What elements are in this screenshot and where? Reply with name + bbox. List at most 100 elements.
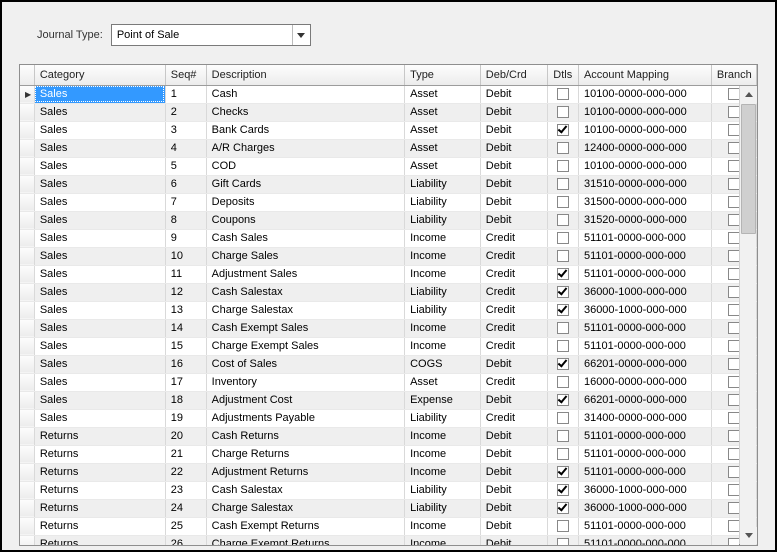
cell-seq[interactable]: 24 — [165, 499, 206, 517]
cell-account-mapping[interactable]: 66201-0000-000-000 — [578, 355, 711, 373]
cell-category[interactable]: Sales — [34, 391, 165, 409]
cell-category[interactable]: Returns — [34, 517, 165, 535]
dtls-checkbox[interactable] — [557, 412, 569, 424]
cell-seq[interactable]: 17 — [165, 373, 206, 391]
row-header[interactable] — [20, 301, 34, 319]
cell-account-mapping[interactable]: 36000-1000-000-000 — [578, 283, 711, 301]
cell-type[interactable]: Income — [405, 535, 481, 546]
table-row[interactable]: Returns22Adjustment ReturnsIncomeDebit51… — [20, 463, 757, 481]
cell-debcrd[interactable]: Credit — [480, 265, 548, 283]
table-row[interactable]: Sales4A/R ChargesAssetDebit12400-0000-00… — [20, 139, 757, 157]
cell-account-mapping[interactable]: 10100-0000-000-000 — [578, 85, 711, 103]
cell-description[interactable]: Charge Salestax — [206, 301, 404, 319]
cell-description[interactable]: Cash Salestax — [206, 283, 404, 301]
col-desc[interactable]: Description — [206, 65, 404, 85]
cell-category[interactable]: Returns — [34, 535, 165, 546]
col-debcrd[interactable]: Deb/Crd — [480, 65, 548, 85]
cell-description[interactable]: Inventory — [206, 373, 404, 391]
cell-category[interactable]: Returns — [34, 481, 165, 499]
cell-seq[interactable]: 6 — [165, 175, 206, 193]
table-row[interactable]: Sales15Charge Exempt SalesIncomeCredit51… — [20, 337, 757, 355]
table-row[interactable]: Returns25Cash Exempt ReturnsIncomeDebit5… — [20, 517, 757, 535]
row-header[interactable] — [20, 175, 34, 193]
cell-dtls[interactable] — [548, 463, 579, 481]
table-row[interactable]: Sales16Cost of SalesCOGSDebit66201-0000-… — [20, 355, 757, 373]
cell-seq[interactable]: 7 — [165, 193, 206, 211]
cell-category[interactable]: Sales — [34, 337, 165, 355]
cell-type[interactable]: Liability — [405, 283, 481, 301]
cell-type[interactable]: Asset — [405, 373, 481, 391]
cell-type[interactable]: Liability — [405, 211, 481, 229]
dtls-checkbox[interactable] — [557, 88, 569, 100]
cell-category[interactable]: Sales — [34, 229, 165, 247]
cell-debcrd[interactable]: Debit — [480, 85, 548, 103]
cell-dtls[interactable] — [548, 391, 579, 409]
cell-dtls[interactable] — [548, 229, 579, 247]
cell-description[interactable]: Adjustment Cost — [206, 391, 404, 409]
cell-debcrd[interactable]: Debit — [480, 481, 548, 499]
row-header[interactable] — [20, 193, 34, 211]
cell-dtls[interactable] — [548, 157, 579, 175]
cell-debcrd[interactable]: Credit — [480, 319, 548, 337]
cell-description[interactable]: Cash Salestax — [206, 481, 404, 499]
cell-account-mapping[interactable]: 16000-0000-000-000 — [578, 373, 711, 391]
cell-debcrd[interactable]: Debit — [480, 157, 548, 175]
scroll-thumb[interactable] — [741, 104, 756, 234]
mapping-grid[interactable]: Category Seq# Description Type Deb/Crd D… — [20, 65, 757, 546]
dtls-checkbox[interactable] — [557, 484, 569, 496]
cell-seq[interactable]: 23 — [165, 481, 206, 499]
cell-debcrd[interactable]: Credit — [480, 409, 548, 427]
scroll-down-button[interactable] — [740, 527, 757, 544]
dtls-checkbox[interactable] — [557, 106, 569, 118]
table-row[interactable]: Sales17InventoryAssetCredit16000-0000-00… — [20, 373, 757, 391]
cell-account-mapping[interactable]: 12400-0000-000-000 — [578, 139, 711, 157]
cell-account-mapping[interactable]: 51101-0000-000-000 — [578, 427, 711, 445]
scroll-up-button[interactable] — [740, 86, 757, 103]
dtls-checkbox[interactable] — [557, 448, 569, 460]
table-row[interactable]: Returns26Charge Exempt ReturnsIncomeDebi… — [20, 535, 757, 546]
cell-debcrd[interactable]: Debit — [480, 445, 548, 463]
cell-description[interactable]: Cash Exempt Returns — [206, 517, 404, 535]
cell-seq[interactable]: 19 — [165, 409, 206, 427]
cell-account-mapping[interactable]: 36000-1000-000-000 — [578, 481, 711, 499]
cell-debcrd[interactable]: Debit — [480, 103, 548, 121]
cell-category[interactable]: Sales — [34, 121, 165, 139]
cell-type[interactable]: Liability — [405, 301, 481, 319]
table-row[interactable]: Returns21Charge ReturnsIncomeDebit51101-… — [20, 445, 757, 463]
cell-debcrd[interactable]: Debit — [480, 391, 548, 409]
table-row[interactable]: Sales7DepositsLiabilityDebit31500-0000-0… — [20, 193, 757, 211]
cell-debcrd[interactable]: Debit — [480, 355, 548, 373]
row-header[interactable] — [20, 517, 34, 535]
dtls-checkbox[interactable] — [557, 124, 569, 136]
cell-dtls[interactable] — [548, 121, 579, 139]
cell-dtls[interactable] — [548, 517, 579, 535]
cell-description[interactable]: Cash Exempt Sales — [206, 319, 404, 337]
cell-category[interactable]: Returns — [34, 463, 165, 481]
cell-description[interactable]: Adjustments Payable — [206, 409, 404, 427]
cell-type[interactable]: Asset — [405, 139, 481, 157]
cell-seq[interactable]: 25 — [165, 517, 206, 535]
cell-seq[interactable]: 26 — [165, 535, 206, 546]
dtls-checkbox[interactable] — [557, 250, 569, 262]
cell-dtls[interactable] — [548, 265, 579, 283]
cell-account-mapping[interactable]: 36000-1000-000-000 — [578, 301, 711, 319]
cell-description[interactable]: Coupons — [206, 211, 404, 229]
table-row[interactable]: Sales12Cash SalestaxLiabilityCredit36000… — [20, 283, 757, 301]
cell-dtls[interactable] — [548, 103, 579, 121]
row-header[interactable] — [20, 355, 34, 373]
cell-account-mapping[interactable]: 51101-0000-000-000 — [578, 463, 711, 481]
row-header[interactable] — [20, 427, 34, 445]
table-row[interactable]: Returns24Charge SalestaxLiabilityDebit36… — [20, 499, 757, 517]
cell-debcrd[interactable]: Credit — [480, 229, 548, 247]
cell-dtls[interactable] — [548, 319, 579, 337]
table-row[interactable]: Returns23Cash SalestaxLiabilityDebit3600… — [20, 481, 757, 499]
cell-account-mapping[interactable]: 51101-0000-000-000 — [578, 517, 711, 535]
cell-seq[interactable]: 14 — [165, 319, 206, 337]
cell-description[interactable]: Charge Salestax — [206, 499, 404, 517]
dtls-checkbox[interactable] — [557, 322, 569, 334]
cell-category[interactable]: Sales — [34, 103, 165, 121]
cell-category[interactable]: Sales — [34, 265, 165, 283]
col-dtls[interactable]: Dtls — [548, 65, 579, 85]
cell-type[interactable]: Income — [405, 445, 481, 463]
col-category[interactable]: Category — [34, 65, 165, 85]
